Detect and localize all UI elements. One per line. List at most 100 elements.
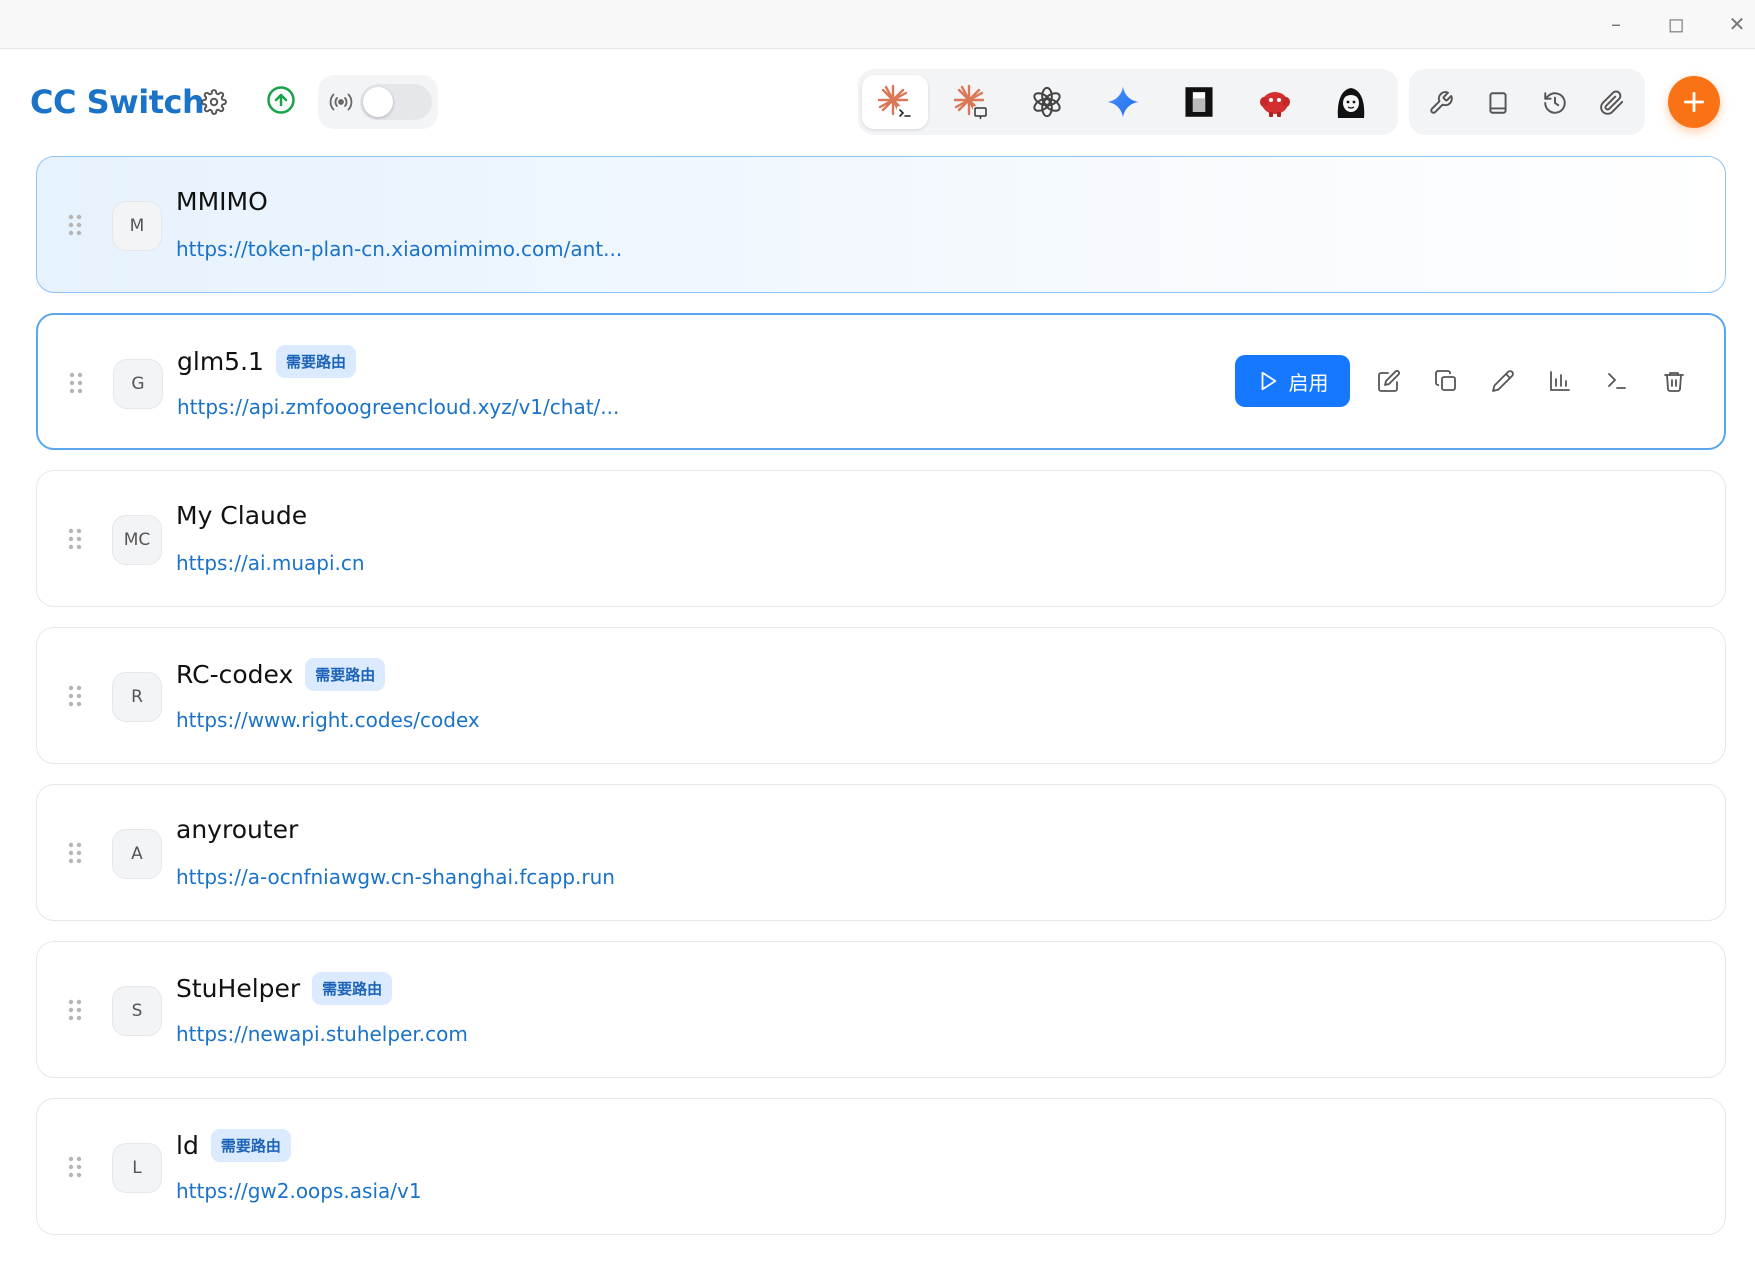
provider-name: StuHelper (176, 974, 301, 1003)
tab-claude-desktop[interactable] (938, 75, 1004, 129)
tab-character[interactable] (1318, 75, 1384, 129)
provider-name-row: ld 需要路由 (176, 1129, 291, 1162)
provider-name: RC-codex (176, 660, 294, 689)
provider-name-row: RC-codex 需要路由 (176, 658, 386, 691)
maximize-button[interactable]: ◻ (1658, 6, 1694, 42)
update-button[interactable] (263, 82, 299, 118)
provider-url[interactable]: https://ai.muapi.cn (176, 551, 365, 575)
tab-opencode[interactable] (1166, 75, 1232, 129)
provider-avatar: G (113, 359, 163, 409)
trash-icon (1664, 372, 1684, 392)
enable-button[interactable]: 启用 (1235, 355, 1350, 407)
drag-handle-icon[interactable] (67, 1154, 83, 1180)
provider-avatar: R (112, 672, 162, 722)
toggle-knob (363, 87, 393, 117)
app-title: CC Switch (30, 83, 205, 121)
gear-icon (201, 89, 227, 115)
tools-group (1409, 69, 1645, 135)
provider-avatar: A (112, 829, 162, 879)
provider-url[interactable]: https://a-ocnfniawgw.cn-shanghai.fcapp.r… (176, 865, 615, 889)
proxy-broadcast-icon (326, 87, 356, 117)
minimize-button[interactable]: – (1598, 6, 1634, 42)
provider-name: MMIMO (176, 187, 268, 216)
provider-card[interactable]: MC My Claude https://ai.muapi.cn (36, 470, 1726, 607)
tools-button[interactable] (1421, 83, 1461, 123)
drag-handle-icon[interactable] (68, 370, 84, 396)
provider-name-row: glm5.1 需要路由 (177, 345, 356, 378)
usage-button[interactable] (1540, 361, 1580, 401)
provider-avatar: S (112, 986, 162, 1036)
provider-name: My Claude (176, 501, 308, 530)
routing-badge: 需要路由 (312, 972, 393, 1005)
provider-card[interactable]: M MMIMO https://token-plan-cn.xiaomimimo… (36, 156, 1726, 293)
proxy-control (318, 75, 438, 129)
history-icon (1544, 92, 1566, 114)
provider-avatar: MC (112, 515, 162, 565)
enable-button-label: 启用 (1288, 370, 1329, 395)
settings-button[interactable] (197, 85, 231, 119)
close-button[interactable]: ✕ (1719, 6, 1755, 42)
opencode-icon (1185, 87, 1213, 117)
provider-url[interactable]: https://token-plan-cn.xiaomimimo.com/ant… (176, 237, 622, 261)
provider-name-row: My Claude (176, 501, 307, 530)
add-provider-button[interactable] (1668, 76, 1720, 128)
routing-badge: 需要路由 (305, 658, 386, 691)
provider-card[interactable]: L ld 需要路由 https://gw2.oops.asia/v1 (36, 1098, 1726, 1235)
history-button[interactable] (1535, 83, 1575, 123)
openai-icon (1033, 86, 1061, 118)
gemini-icon (1107, 86, 1139, 118)
provider-url[interactable]: https://www.right.codes/codex (176, 708, 480, 732)
plus-icon (1683, 91, 1705, 113)
provider-url[interactable]: https://api.zmfooogreencloud.xyz/v1/chat… (177, 395, 619, 419)
tab-red-mascot[interactable] (1242, 75, 1308, 129)
provider-name: glm5.1 (177, 347, 264, 376)
proxy-toggle[interactable] (360, 84, 432, 120)
app-switcher (858, 69, 1398, 135)
provider-avatar: M (112, 201, 162, 251)
duplicate-icon (1435, 370, 1456, 391)
drag-handle-icon[interactable] (67, 997, 83, 1023)
terminal-icon (1608, 373, 1626, 389)
red-mascot-icon (1260, 92, 1290, 117)
provider-name-row: MMIMO (176, 187, 268, 216)
edit-icon (1378, 370, 1400, 392)
provider-card[interactable]: R RC-codex 需要路由 https://www.right.codes/… (36, 627, 1726, 764)
routing-badge: 需要路由 (275, 345, 356, 378)
book-icon (1489, 92, 1507, 114)
paperclip-icon (1600, 90, 1624, 115)
wrench-icon (1430, 91, 1453, 114)
character-avatar-icon (1337, 88, 1365, 118)
delete-button[interactable] (1654, 361, 1694, 401)
claude-desktop-icon (953, 84, 989, 120)
drag-handle-icon[interactable] (67, 526, 83, 552)
upload-icon (267, 86, 295, 114)
duplicate-button[interactable] (1426, 361, 1466, 401)
provider-name-row: anyrouter (176, 815, 298, 844)
provider-avatar: L (112, 1143, 162, 1193)
usage-chart-icon (1550, 371, 1570, 391)
provider-card[interactable]: G glm5.1 需要路由 https://api.zmfooogreenclo… (36, 313, 1726, 450)
pen-icon (1492, 370, 1514, 392)
provider-card[interactable]: A anyrouter https://a-ocnfniawgw.cn-shan… (36, 784, 1726, 921)
tab-openai[interactable] (1014, 75, 1080, 129)
attachments-button[interactable] (1592, 83, 1632, 123)
drag-handle-icon[interactable] (67, 683, 83, 709)
routing-badge: 需要路由 (210, 1129, 291, 1162)
provider-url[interactable]: https://gw2.oops.asia/v1 (176, 1179, 422, 1203)
play-icon (1261, 371, 1276, 391)
provider-name-row: StuHelper 需要路由 (176, 972, 393, 1005)
provider-url[interactable]: https://newapi.stuhelper.com (176, 1022, 468, 1046)
provider-name: anyrouter (176, 815, 299, 844)
docs-button[interactable] (1478, 83, 1518, 123)
app-header: CC Switch (0, 49, 1755, 156)
drag-handle-icon[interactable] (67, 840, 83, 866)
claude-code-icon (877, 84, 913, 120)
edit-button[interactable] (1369, 361, 1409, 401)
provider-card[interactable]: S StuHelper 需要路由 https://newapi.stuhelpe… (36, 941, 1726, 1078)
drag-handle-icon[interactable] (67, 212, 83, 238)
tab-gemini[interactable] (1090, 75, 1156, 129)
tab-claude-code[interactable] (862, 75, 928, 129)
title-bar: – ◻ ✕ (0, 0, 1755, 49)
rename-button[interactable] (1483, 361, 1523, 401)
terminal-button[interactable] (1597, 361, 1637, 401)
